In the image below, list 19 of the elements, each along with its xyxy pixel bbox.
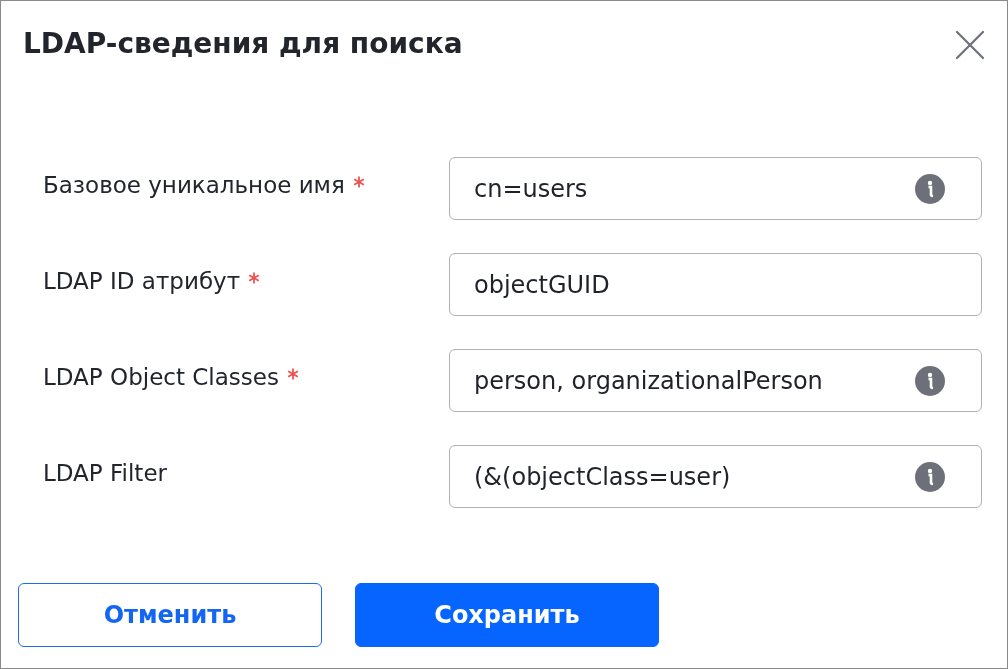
field-value: cn=users bbox=[474, 174, 588, 203]
field-value: (&(objectClass=user) bbox=[474, 462, 731, 491]
info-icon[interactable] bbox=[915, 365, 945, 396]
field-value: objectGUID bbox=[474, 270, 610, 299]
save-button[interactable]: Сохранить bbox=[355, 583, 659, 647]
dialog-title: LDAP-сведения для поиска bbox=[23, 26, 463, 60]
info-icon[interactable] bbox=[915, 173, 945, 204]
input-field[interactable]: (&(objectClass=user) bbox=[449, 445, 982, 508]
field-label: LDAP Object Classes bbox=[43, 364, 279, 390]
input-field[interactable]: cn=users bbox=[449, 157, 982, 220]
field-value: person, organizationalPerson bbox=[474, 366, 823, 395]
input-field[interactable]: objectGUID bbox=[449, 253, 982, 316]
cancel-button[interactable]: Отменить bbox=[18, 583, 322, 647]
close-icon[interactable] bbox=[955, 30, 985, 60]
field-label: LDAP Filter bbox=[43, 460, 167, 486]
input-field[interactable]: person, organizationalPerson bbox=[449, 349, 982, 412]
field-label: LDAP ID атрибут bbox=[43, 268, 241, 294]
info-icon[interactable] bbox=[915, 461, 945, 492]
field-label: Базовое уникальное имя bbox=[43, 172, 345, 198]
